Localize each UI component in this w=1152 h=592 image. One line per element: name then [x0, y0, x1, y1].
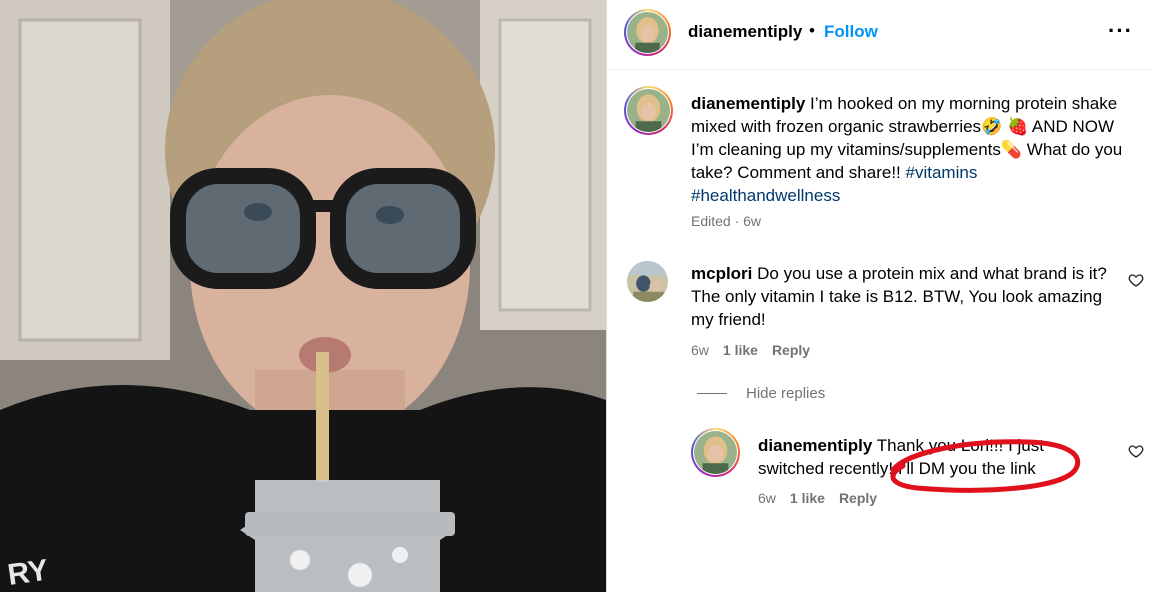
comment-reply-button[interactable]: Reply: [772, 342, 810, 358]
post-side-panel: dianementiply • Follow ··· dianementiply…: [606, 0, 1152, 592]
separator-dot: •: [809, 21, 815, 40]
post-header: dianementiply • Follow ···: [607, 0, 1152, 70]
like-comment-heart-icon[interactable]: [1128, 272, 1144, 288]
reply-meta: 6w 1 like Reply: [758, 490, 877, 506]
reply-likes[interactable]: 1 like: [790, 490, 825, 506]
caption-meta: Edited · 6w: [691, 213, 762, 229]
caption-avatar[interactable]: [627, 89, 670, 132]
hide-replies-divider: [697, 393, 727, 394]
hide-replies-button[interactable]: Hide replies: [746, 385, 825, 402]
like-reply-heart-icon[interactable]: [1128, 443, 1144, 459]
comment-text: Do you use a protein mix and what brand …: [691, 264, 1107, 329]
post-photo[interactable]: RY: [0, 0, 606, 592]
reply-avatar[interactable]: [694, 431, 737, 474]
follow-button[interactable]: Follow: [824, 22, 878, 42]
caption-username[interactable]: dianementiply: [691, 94, 805, 113]
reply-time: 6w: [758, 490, 776, 506]
hashtag-vitamins[interactable]: #vitamins: [906, 163, 978, 182]
author-username[interactable]: dianementiply: [688, 22, 802, 42]
reply-reply-button[interactable]: Reply: [839, 490, 877, 506]
comment-likes[interactable]: 1 like: [723, 342, 758, 358]
reply-username[interactable]: dianementiply: [758, 436, 872, 455]
more-options-icon[interactable]: ···: [1108, 18, 1133, 44]
comment-text-block: mcplori Do you use a protein mix and wha…: [691, 262, 1111, 331]
instagram-post-view: RY dianementiply • Follow ··· dianementi…: [0, 0, 1152, 592]
reply-text-block: dianementiply Thank you Lori!!! I just s…: [758, 434, 1088, 480]
selfie-image: RY: [0, 0, 606, 592]
reply-avatar-ring[interactable]: [691, 428, 740, 477]
post-caption: dianementiply I’m hooked on my morning p…: [691, 92, 1131, 207]
author-avatar[interactable]: [627, 12, 668, 53]
commenter-avatar[interactable]: [627, 261, 668, 302]
caption-avatar-ring[interactable]: [624, 86, 673, 135]
shirt-print-text: RY: [6, 554, 51, 592]
hashtag-healthandwellness[interactable]: #healthandwellness: [691, 186, 840, 205]
commenter-username[interactable]: mcplori: [691, 264, 752, 283]
comment-time: 6w: [691, 342, 709, 358]
story-ring[interactable]: [624, 9, 671, 56]
comment-meta: 6w 1 like Reply: [691, 342, 810, 358]
